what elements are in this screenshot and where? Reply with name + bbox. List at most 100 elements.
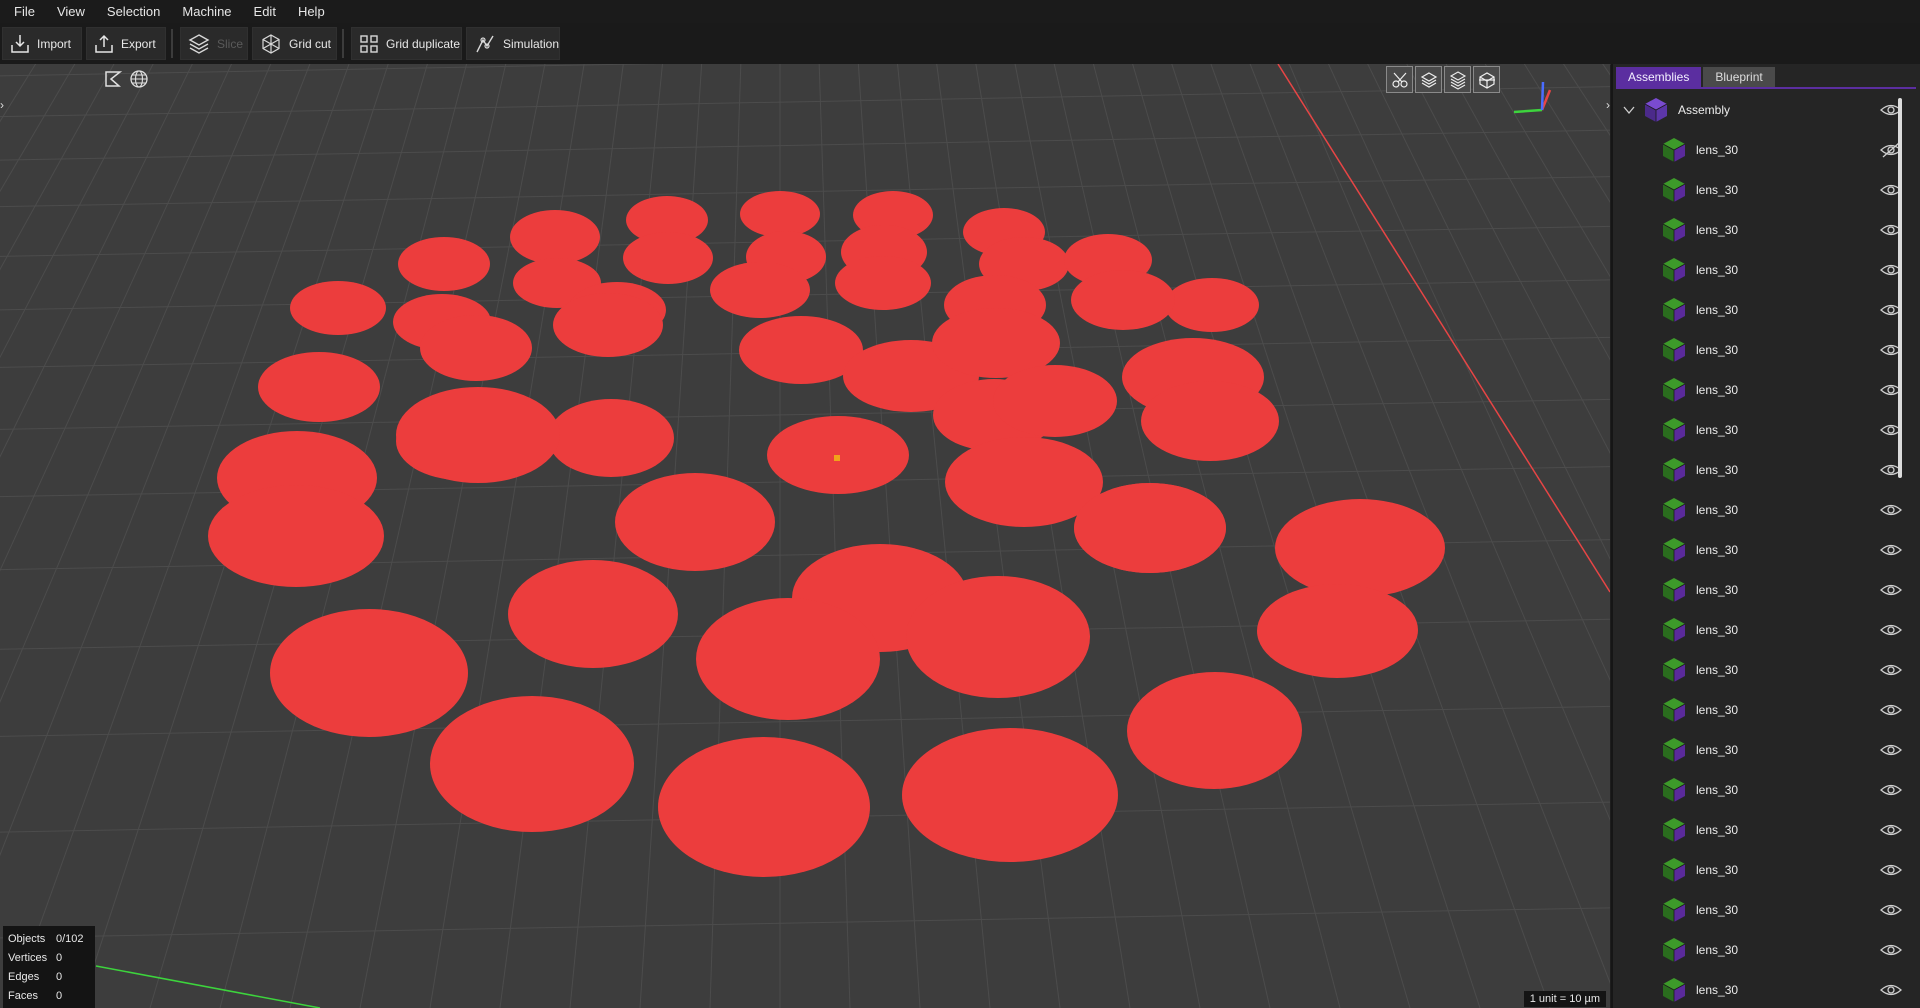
menu-machine[interactable]: Machine [168,0,239,23]
tree-item-label: lens_30 [1696,383,1739,397]
selection-marker [834,455,840,461]
tab-assemblies[interactable]: Assemblies [1616,67,1702,87]
lens-object[interactable] [658,737,870,877]
import-button[interactable]: Import [2,27,82,60]
tree-item-lens[interactable]: lens_30 [1616,290,1906,330]
grid-duplicate-button[interactable]: Grid duplicate [351,27,462,60]
tree-item-lens[interactable]: lens_30 [1616,770,1906,810]
lens-object[interactable] [1141,381,1279,461]
lens-object[interactable] [1257,584,1417,678]
lens-object[interactable] [623,232,713,284]
menu-edit[interactable]: Edit [240,0,284,23]
lens-object[interactable] [553,293,663,357]
globe-icon[interactable] [128,68,150,90]
tree-item-lens[interactable]: lens_30 [1616,610,1906,650]
lens-object[interactable] [902,728,1118,862]
tree-item-lens[interactable]: lens_30 [1616,450,1906,490]
slice-button[interactable]: Slice [180,27,248,60]
expand-right-arrow[interactable]: › [1606,98,1610,112]
menu-file[interactable]: File [0,0,43,23]
lens-object[interactable] [1128,672,1302,788]
tree-item-lens[interactable]: lens_30 [1616,570,1906,610]
toolbar-separator [171,29,173,58]
lens-object[interactable] [258,352,380,422]
tree-item-lens[interactable]: lens_30 [1616,690,1906,730]
expand-left-arrow[interactable]: › [0,98,4,112]
lens-object[interactable] [1165,278,1259,332]
lens-object[interactable] [420,315,532,381]
axis-gizmo [1513,81,1552,114]
viewport-3d[interactable]: › › Objects 0/102 Vertices 0 Edges 0 Faces 0 1 … [0,64,1610,1008]
tree-item-lens[interactable]: lens_30 [1616,650,1906,690]
tree-item-lens[interactable]: lens_30 [1616,810,1906,850]
perspective-icon[interactable] [102,68,124,90]
tab-blueprint[interactable]: Blueprint [1703,67,1775,87]
lens-object[interactable] [615,473,775,571]
lens-object[interactable] [548,399,674,477]
scale-indicator: 1 unit = 10 µm [1523,991,1606,1007]
lens-object[interactable] [270,609,468,737]
tree-item-lens[interactable]: lens_30 [1616,130,1906,170]
tree-item-lens[interactable]: lens_30 [1616,170,1906,210]
tree-item-label: lens_30 [1696,423,1739,437]
tree-item-lens[interactable]: lens_30 [1616,850,1906,890]
part-cube-icon [1662,738,1686,762]
simulation-button[interactable]: Simulation [466,27,560,60]
stat-value: 0/102 [56,933,84,945]
layers-alt-icon[interactable] [1444,66,1471,93]
part-cube-icon [1662,658,1686,682]
panel-scrollbar[interactable] [1895,88,1905,1008]
lens-object[interactable] [1071,270,1175,330]
lens-object[interactable] [993,365,1117,437]
lens-object[interactable] [396,387,560,483]
toolbar-separator [342,29,344,58]
lens-object[interactable] [1074,483,1226,573]
tree-item-lens[interactable]: lens_30 [1616,370,1906,410]
tree-item-lens[interactable]: lens_30 [1616,730,1906,770]
tree-item-lens[interactable]: lens_30 [1616,410,1906,450]
grid-line [0,907,1610,939]
tree-item-lens[interactable]: lens_30 [1616,210,1906,250]
tree-item-lens[interactable]: lens_30 [1616,890,1906,930]
tree-item-lens[interactable]: lens_30 [1616,930,1906,970]
layers-icon[interactable] [1415,66,1442,93]
lens-object[interactable] [906,576,1090,698]
lens-object[interactable] [696,598,880,720]
menu-selection[interactable]: Selection [93,0,168,23]
lens-object[interactable] [710,262,810,318]
part-cube-icon [1662,258,1686,282]
assemblies-panel: Assemblies Blueprint Assembly lens_30 lens_… [1611,64,1920,1008]
scene-canvas[interactable] [0,64,1610,1008]
menu-view[interactable]: View [43,0,93,23]
tree-item-label: lens_30 [1696,463,1739,477]
tree-item-label: lens_30 [1696,903,1739,917]
scrollbar-thumb[interactable] [1898,98,1902,478]
lens-object[interactable] [740,191,820,237]
lens-object[interactable] [430,696,634,832]
export-label: Export [121,36,156,51]
export-icon [95,34,113,53]
chevron-down-icon[interactable] [1622,103,1636,117]
lens-object[interactable] [290,281,386,335]
tree-item-lens[interactable]: lens_30 [1616,330,1906,370]
cut-view-icon[interactable] [1386,66,1413,93]
lens-object[interactable] [510,210,600,264]
grid-duplicate-label: Grid duplicate [386,36,461,51]
grid-cut-button[interactable]: Grid cut [252,27,337,60]
lens-object[interactable] [208,485,384,587]
stat-value: 0 [56,952,63,964]
export-button[interactable]: Export [86,27,166,60]
tree-item-assembly[interactable]: Assembly [1616,90,1906,130]
lens-object[interactable] [1275,499,1445,597]
lens-object[interactable] [835,256,931,310]
part-cube-icon [1662,338,1686,362]
tree-item-lens[interactable]: lens_30 [1616,250,1906,290]
lens-object[interactable] [398,237,490,291]
tree-item-lens[interactable]: lens_30 [1616,530,1906,570]
lens-object[interactable] [508,560,678,668]
menu-help[interactable]: Help [284,0,333,23]
stat-value: 0 [56,990,63,1002]
tree-item-lens[interactable]: lens_30 [1616,970,1906,1008]
tree-item-lens[interactable]: lens_30 [1616,490,1906,530]
cube-wireframe-icon[interactable] [1473,66,1500,93]
